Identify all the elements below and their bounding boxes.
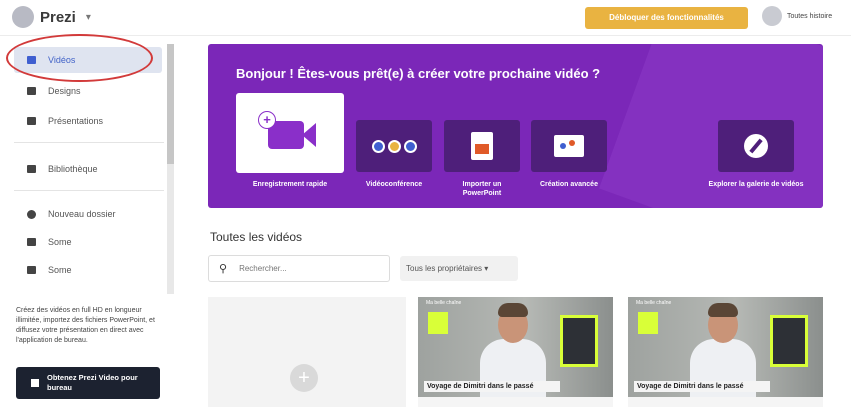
advanced-creation-icon [554, 135, 584, 157]
designs-icon [27, 87, 36, 95]
sidebar-item-designs[interactable]: Designs [14, 78, 162, 104]
get-desktop-app-button[interactable]: Obtenez Prezi Video pour bureau [16, 367, 160, 399]
sidebar-item-label: Nouveau dossier [48, 209, 116, 219]
sidebar-scrollbar[interactable] [167, 44, 174, 294]
advanced-creation-label: Création avancée [540, 181, 598, 188]
videoconference-label: Vidéoconférence [365, 181, 423, 188]
video-tag: Ma belle chaîne [426, 300, 462, 306]
owner-filter-select[interactable]: Tous les propriétaires ▾ [400, 256, 518, 281]
sidebar-item-folder[interactable]: Some [14, 229, 162, 255]
quick-record-card[interactable]: + [236, 93, 344, 173]
video-tile[interactable]: Ma belle chaîne Voyage de Dimitri dans l… [628, 297, 823, 407]
compass-icon [744, 134, 768, 158]
video-sticker [638, 312, 658, 334]
sidebar-item-label: Bibliothèque [48, 164, 98, 174]
scrollbar-thumb[interactable] [167, 44, 174, 164]
chevron-down-icon: ▾ [484, 264, 489, 273]
explore-gallery-card[interactable] [718, 120, 794, 172]
sidebar-divider [14, 142, 164, 143]
new-video-tile[interactable]: + [208, 297, 406, 407]
add-folder-icon [27, 209, 36, 219]
import-powerpoint-card[interactable] [444, 120, 520, 172]
owner-filter-value: Tous les propriétaires [406, 264, 483, 273]
app-switcher[interactable]: Prezi ▾ [12, 6, 91, 28]
library-icon [27, 165, 36, 173]
powerpoint-icon [471, 132, 493, 160]
user-name: Toutes histoire [787, 12, 833, 20]
folder-icon [27, 266, 36, 274]
plus-icon: + [258, 111, 276, 129]
plus-icon: + [290, 364, 318, 392]
user-menu[interactable]: Toutes histoire [762, 6, 832, 26]
sidebar-item-label: Some [48, 237, 72, 247]
promo-button-label: Obtenez Prezi Video pour bureau [47, 373, 138, 392]
import-powerpoint-label: Importer un PowerPoint [462, 181, 502, 197]
desktop-promo-text: Créez des vidéos en full HD en longueur … [16, 307, 155, 344]
search-input[interactable] [239, 264, 370, 273]
advanced-creation-card[interactable] [531, 120, 607, 172]
sidebar-item-presentations[interactable]: Présentations [14, 108, 162, 134]
video-board [770, 315, 808, 367]
app-name: Prezi [40, 8, 76, 26]
create-banner: Bonjour ! Êtes-vous prêt(e) à créer votr… [208, 44, 823, 208]
person-hair [708, 303, 738, 317]
chevron-down-icon: ▾ [85, 11, 91, 23]
unlock-features-button[interactable]: Débloquer des fonctionnalités [585, 7, 748, 29]
sidebar-item-label: Some [48, 265, 72, 275]
search-icon: ⚲ [219, 263, 228, 275]
search-box[interactable]: ⚲ [208, 255, 390, 282]
avatar [762, 6, 782, 26]
sidebar-item-folder[interactable]: Some [14, 257, 162, 283]
quick-record-label: Enregistrement rapide [252, 181, 328, 188]
video-tag: Ma belle chaîne [636, 300, 672, 306]
folder-icon [27, 238, 36, 246]
person-hair [498, 303, 528, 317]
section-title: Toutes les vidéos [210, 230, 303, 244]
presentation-icon [27, 117, 36, 125]
sidebar-item-label: Designs [48, 86, 81, 96]
sidebar-item-new-folder[interactable]: Nouveau dossier [14, 201, 162, 227]
windows-icon [31, 379, 39, 387]
sidebar-item-library[interactable]: Bibliothèque [14, 156, 162, 182]
video-sticker [428, 312, 448, 334]
video-caption: Voyage de Dimitri dans le passé [424, 381, 560, 392]
explore-gallery-label: Explorer la galerie de vidéos [708, 181, 804, 188]
sidebar-divider [14, 190, 164, 191]
video-tile[interactable]: Ma belle chaîne Voyage de Dimitri dans l… [418, 297, 613, 407]
banner-title: Bonjour ! Êtes-vous prêt(e) à créer votr… [236, 66, 601, 81]
conference-icon [371, 139, 417, 153]
top-bar: Prezi ▾ Débloquer des fonctionnalités To… [0, 0, 851, 36]
sidebar-item-label: Présentations [48, 116, 104, 126]
video-caption: Voyage de Dimitri dans le passé [634, 381, 770, 392]
highlight-ellipse [6, 34, 153, 82]
videoconference-card[interactable] [356, 120, 432, 172]
prezi-logo [12, 6, 34, 28]
video-board [560, 315, 598, 367]
camera-lens-shape [302, 123, 316, 147]
